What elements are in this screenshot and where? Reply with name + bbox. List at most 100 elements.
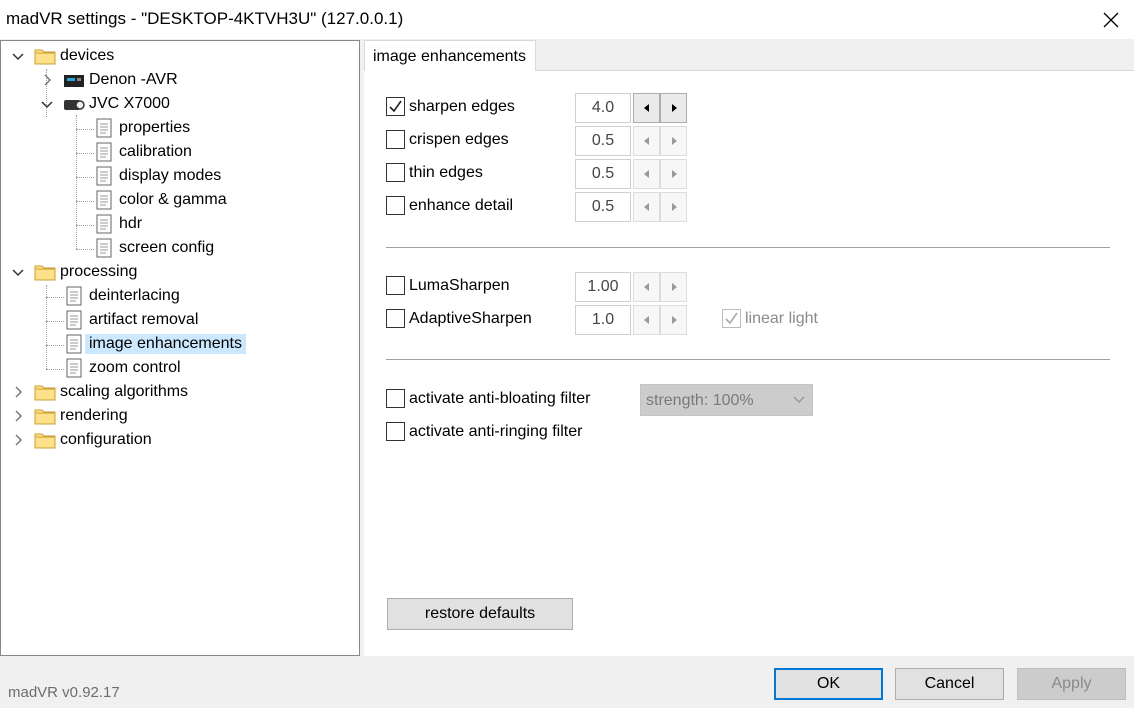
enhance-detail-decrease-button[interactable]	[633, 192, 660, 222]
page-icon	[66, 334, 82, 354]
tree-label: scaling algorithms	[60, 383, 189, 400]
tree-label: JVC X7000	[89, 95, 170, 112]
lumasharpen-decrease-button[interactable]	[633, 272, 660, 302]
tree-item-zoom-control[interactable]: zoom control	[63, 357, 185, 379]
adaptivesharpen-decrease-button[interactable]	[633, 305, 660, 335]
tree-item-properties[interactable]: properties	[93, 117, 194, 139]
checkbox-label: activate anti-bloating filter	[409, 389, 591, 407]
tree-item-scaling-algorithms[interactable]: scaling algorithms	[34, 381, 192, 403]
folder-icon	[34, 49, 56, 65]
page-icon	[96, 142, 112, 162]
tree-item-devices[interactable]: devices	[34, 45, 118, 67]
checkmark-icon	[389, 100, 402, 113]
tree-item-hdr[interactable]: hdr	[93, 213, 146, 235]
thin-edges-increase-button[interactable]	[660, 159, 687, 189]
thin-edges-checkbox[interactable]: thin edges	[386, 163, 483, 182]
lumasharpen-increase-button[interactable]	[660, 272, 687, 302]
checkmark-icon	[725, 312, 738, 325]
enhance-detail-increase-button[interactable]	[660, 192, 687, 222]
checkbox-label: linear light	[745, 309, 818, 327]
lumasharpen-checkbox[interactable]: LumaSharpen	[386, 276, 510, 295]
crispen-edges-checkbox[interactable]: crispen edges	[386, 130, 509, 149]
tree-item-rendering[interactable]: rendering	[34, 405, 132, 427]
chevron-down-icon[interactable]	[12, 50, 24, 62]
lumasharpen-value[interactable]: 1.00	[575, 272, 631, 302]
settings-tree[interactable]: devices Denon -AVR JVC X7000 properties …	[0, 40, 360, 656]
linear-light-checkbox[interactable]: linear light	[722, 309, 818, 328]
checkbox-label: crispen edges	[409, 130, 509, 148]
arrow-right-icon	[671, 137, 677, 145]
ok-button[interactable]: OK	[774, 668, 883, 700]
page-icon	[66, 358, 82, 378]
thin-edges-value[interactable]: 0.5	[575, 159, 631, 189]
checkbox-box[interactable]	[386, 309, 405, 328]
adaptivesharpen-checkbox[interactable]: AdaptiveSharpen	[386, 309, 532, 328]
tree-item-jvc-x7000[interactable]: JVC X7000	[63, 93, 174, 115]
crispen-edges-value[interactable]: 0.5	[575, 126, 631, 156]
tree-item-color-gamma[interactable]: color & gamma	[93, 189, 231, 211]
arrow-right-icon	[671, 170, 677, 178]
tree-item-configuration[interactable]: configuration	[34, 429, 156, 451]
arrow-left-icon	[643, 316, 649, 324]
tree-item-calibration[interactable]: calibration	[93, 141, 196, 163]
arrow-left-icon	[643, 104, 649, 112]
title-bar: madVR settings - "DESKTOP-4KTVH3U" (127.…	[0, 0, 1134, 39]
chevron-right-icon[interactable]	[12, 386, 24, 398]
page-icon	[96, 238, 112, 258]
checkbox-label: thin edges	[409, 163, 483, 181]
tree-item-processing[interactable]: processing	[34, 261, 141, 283]
restore-defaults-button[interactable]: restore defaults	[387, 598, 573, 630]
page-icon	[96, 214, 112, 234]
cancel-button[interactable]: Cancel	[895, 668, 1004, 700]
checkbox-box[interactable]	[386, 389, 405, 408]
chevron-right-icon[interactable]	[12, 410, 24, 422]
checkbox-box[interactable]	[386, 163, 405, 182]
tree-item-screen-config[interactable]: screen config	[93, 237, 218, 259]
tree-item-display-modes[interactable]: display modes	[93, 165, 225, 187]
tree-label: deinterlacing	[89, 287, 180, 304]
sharpen-edges-value[interactable]: 4.0	[575, 93, 631, 123]
sharpen-edges-increase-button[interactable]	[660, 93, 687, 123]
adaptivesharpen-value[interactable]: 1.0	[575, 305, 631, 335]
chevron-right-icon[interactable]	[12, 434, 24, 446]
enhance-detail-value[interactable]: 0.5	[575, 192, 631, 222]
checkbox-label: LumaSharpen	[409, 276, 510, 294]
anti-ringing-checkbox[interactable]: activate anti-ringing filter	[386, 422, 582, 441]
chevron-down-icon[interactable]	[41, 98, 53, 110]
close-button[interactable]	[1088, 0, 1134, 39]
chevron-down-icon[interactable]	[12, 266, 24, 278]
arrow-left-icon	[643, 283, 649, 291]
checkbox-box[interactable]	[386, 130, 405, 149]
tree-item-artifact-removal[interactable]: artifact removal	[63, 309, 202, 331]
strength-dropdown[interactable]: strength: 100%	[640, 384, 813, 416]
crispen-edges-decrease-button[interactable]	[633, 126, 660, 156]
sharpen-edges-decrease-button[interactable]	[633, 93, 660, 123]
checkbox-box[interactable]	[722, 309, 741, 328]
anti-bloating-checkbox[interactable]: activate anti-bloating filter	[386, 389, 590, 408]
tab-image-enhancements[interactable]: image enhancements	[364, 40, 536, 71]
checkbox-box[interactable]	[386, 276, 405, 295]
page-icon	[66, 286, 82, 306]
chevron-right-icon[interactable]	[41, 74, 53, 86]
crispen-edges-increase-button[interactable]	[660, 126, 687, 156]
tree-item-image-enhancements[interactable]: image enhancements	[63, 333, 246, 355]
checkbox-box[interactable]	[386, 97, 405, 116]
arrow-left-icon	[643, 203, 649, 211]
sharpen-edges-checkbox[interactable]: sharpen edges	[386, 97, 515, 116]
tree-label: Denon -AVR	[89, 71, 178, 88]
checkbox-box[interactable]	[386, 196, 405, 215]
enhance-detail-checkbox[interactable]: enhance detail	[386, 196, 513, 215]
folder-icon	[34, 265, 56, 281]
apply-button[interactable]: Apply	[1017, 668, 1126, 700]
page-icon	[66, 310, 82, 330]
tree-item-deinterlacing[interactable]: deinterlacing	[63, 285, 184, 307]
tree-label: screen config	[119, 239, 215, 256]
adaptivesharpen-increase-button[interactable]	[660, 305, 687, 335]
separator	[386, 247, 1110, 248]
folder-icon	[34, 409, 56, 425]
checkbox-box[interactable]	[386, 422, 405, 441]
tree-item-denon-avr[interactable]: Denon -AVR	[63, 69, 182, 91]
folder-icon	[34, 433, 56, 449]
arrow-left-icon	[643, 170, 649, 178]
thin-edges-decrease-button[interactable]	[633, 159, 660, 189]
